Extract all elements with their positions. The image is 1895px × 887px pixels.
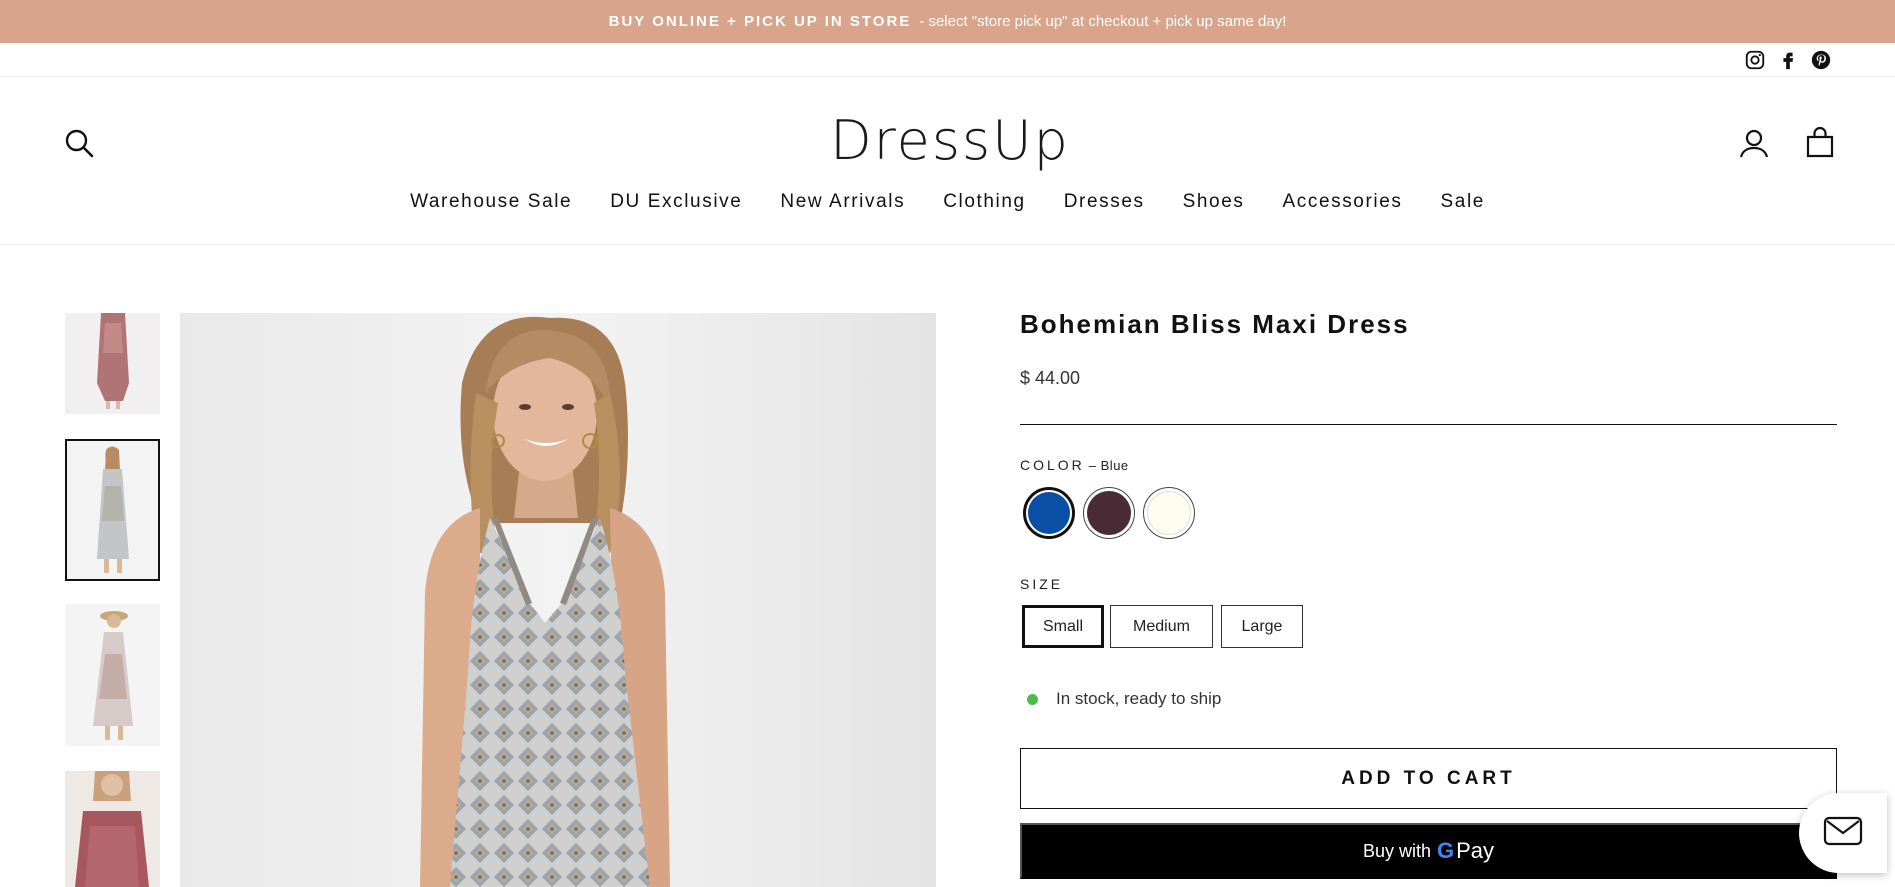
size-option-small[interactable]: Small	[1022, 605, 1104, 648]
product-thumbnail-1[interactable]	[65, 313, 160, 414]
cart-icon[interactable]	[1803, 124, 1837, 160]
gpay-pay-text: Pay	[1456, 838, 1495, 863]
social-bar	[0, 43, 1895, 77]
stock-status-text: In stock, ready to ship	[1056, 689, 1222, 708]
pinterest-icon[interactable]	[1810, 43, 1832, 77]
in-stock-dot-icon	[1027, 693, 1038, 705]
nav-item-du-exclusive[interactable]: DU Exclusive	[591, 186, 761, 218]
color-selected-value: – Blue	[1088, 458, 1129, 473]
stock-status: In stock, ready to ship	[1027, 689, 1221, 709]
nav-item-shoes[interactable]: Shoes	[1164, 186, 1264, 218]
color-label: COLOR – Blue	[1020, 457, 1129, 473]
product-thumbnail-4[interactable]	[65, 771, 160, 887]
announcement-text: - select "store pick up" at checkout + p…	[919, 13, 1287, 30]
size-option-medium[interactable]: Medium	[1110, 605, 1213, 648]
nav-item-clothing[interactable]: Clothing	[924, 186, 1045, 218]
header-divider	[0, 244, 1895, 245]
nav-item-dresses[interactable]: Dresses	[1045, 186, 1164, 218]
announcement-bar: BUY ONLINE + PICK UP IN STORE - select "…	[0, 0, 1895, 43]
color-swatch-plum[interactable]	[1083, 487, 1135, 539]
nav-item-warehouse-sale[interactable]: Warehouse Sale	[391, 186, 591, 218]
facebook-icon[interactable]	[1777, 43, 1799, 77]
price-divider	[1020, 424, 1837, 425]
size-option-large[interactable]: Large	[1221, 605, 1303, 648]
message-chat-button[interactable]	[1799, 793, 1887, 873]
size-label: SIZE	[1020, 576, 1064, 592]
main-nav: Warehouse Sale DU Exclusive New Arrivals…	[0, 186, 1895, 218]
account-icon[interactable]	[1737, 126, 1771, 160]
color-label-text: COLOR	[1020, 457, 1085, 473]
buy-with-gpay-button[interactable]: Buy with G Pay	[1020, 823, 1837, 879]
instagram-icon[interactable]	[1744, 43, 1766, 77]
product-title: Bohemian Bliss Maxi Dress	[1020, 309, 1410, 339]
site-logo[interactable]: DressUp	[830, 108, 1068, 172]
product-price: $ 44.00	[1020, 368, 1081, 388]
color-swatch-blue[interactable]	[1023, 487, 1075, 539]
gpay-buy-with-text: Buy with	[1362, 840, 1431, 861]
product-thumbnail-2[interactable]	[65, 439, 160, 581]
google-g-icon: G	[1436, 838, 1455, 863]
product-main-image[interactable]	[180, 313, 936, 887]
nav-item-sale[interactable]: Sale	[1422, 186, 1504, 218]
add-to-cart-button[interactable]: ADD TO CART	[1020, 748, 1837, 809]
envelope-icon	[1823, 816, 1863, 851]
nav-item-new-arrivals[interactable]: New Arrivals	[761, 186, 924, 218]
nav-item-accessories[interactable]: Accessories	[1263, 186, 1421, 218]
color-swatch-cream-fill	[1147, 491, 1191, 535]
announcement-highlight: BUY ONLINE + PICK UP IN STORE	[608, 13, 912, 30]
search-icon[interactable]	[62, 126, 96, 160]
color-swatch-plum-fill	[1087, 491, 1131, 535]
product-thumbnail-3[interactable]	[65, 604, 160, 746]
color-swatch-blue-fill	[1028, 492, 1070, 534]
color-swatch-cream[interactable]	[1143, 487, 1195, 539]
